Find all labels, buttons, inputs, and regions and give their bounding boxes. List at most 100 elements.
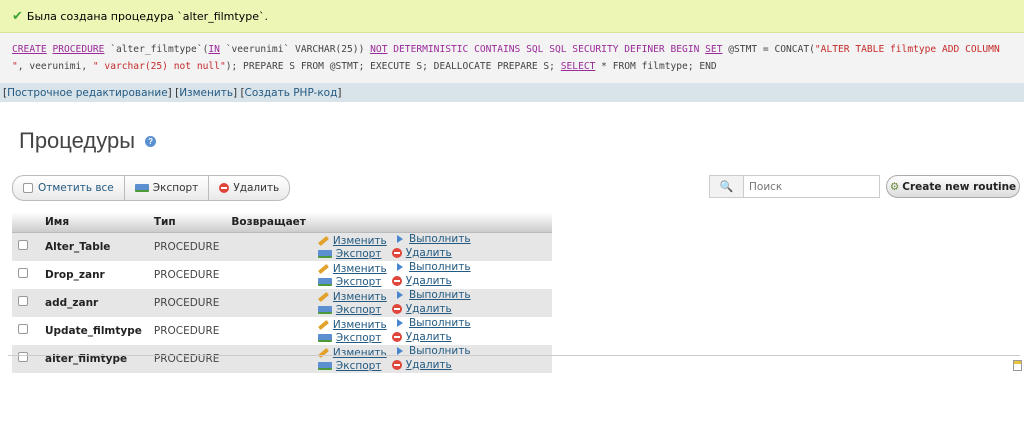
table-row[interactable]: alter_filmtype PROCEDURE Изменить Выполн… — [12, 344, 552, 373]
delete-button[interactable]: Удалить — [209, 176, 289, 200]
row-delete-link[interactable]: Удалить — [391, 246, 452, 259]
row-checkbox-cell — [12, 288, 39, 317]
sql-keyword[interactable]: SET — [705, 44, 722, 55]
pencil-icon — [317, 347, 329, 358]
row-edit-label: Изменить — [332, 346, 387, 359]
row-name: Drop_zanr — [39, 260, 148, 289]
success-message-text: Была создана процедура `alter_filmtype`. — [26, 9, 268, 23]
header-returns[interactable]: Возвращает — [225, 212, 312, 233]
play-icon — [397, 290, 404, 299]
export-icon — [317, 249, 332, 258]
delete-icon — [391, 359, 402, 370]
delete-label: Удалить — [233, 182, 280, 194]
pencil-icon — [317, 291, 329, 302]
inline-edit-link[interactable]: Построчное редактирование — [7, 87, 168, 99]
row-edit-link[interactable]: Изменить — [317, 234, 387, 247]
sql-text: `alter_filmtype`( — [104, 44, 209, 55]
sql-text: * FROM filmtype; END — [595, 61, 717, 72]
edit-link[interactable]: Изменить — [179, 87, 233, 99]
row-delete-link[interactable]: Удалить — [391, 302, 452, 315]
row-checkbox[interactable] — [18, 268, 28, 278]
table-row[interactable]: Drop_zanr PROCEDURE Изменить Выполнить Э… — [12, 260, 552, 289]
row-name: Alter_Table — [39, 232, 148, 261]
row-export-link[interactable]: Экспорт — [317, 359, 382, 372]
sql-text: ); PREPARE S FROM @STMT; EXECUTE S; DEAL… — [225, 61, 561, 72]
row-execute-link[interactable]: Выполнить — [397, 289, 471, 301]
sql-keyword[interactable]: PROCEDURE — [52, 44, 104, 55]
sql-keyword[interactable]: IN — [208, 44, 220, 55]
create-php-link[interactable]: Создать PHP-код — [245, 87, 338, 99]
row-export-link[interactable]: Экспорт — [317, 247, 382, 260]
console-icon[interactable] — [1013, 360, 1022, 371]
row-checkbox[interactable] — [18, 324, 28, 334]
gear-icon: ⚙ — [889, 180, 900, 193]
row-export-label: Экспорт — [335, 359, 382, 372]
pencil-icon — [317, 235, 329, 246]
export-icon — [134, 184, 149, 192]
row-execute-label: Выполнить — [409, 260, 471, 273]
header-name[interactable]: Имя — [39, 212, 148, 233]
table-header-row: Имя Тип Возвращает — [12, 212, 552, 233]
search-input[interactable] — [744, 176, 874, 197]
row-export-label: Экспорт — [335, 247, 382, 260]
row-checkbox[interactable] — [18, 296, 28, 306]
search-box: 🔍 — [709, 175, 880, 198]
row-delete-label: Удалить — [405, 330, 452, 343]
row-edit-link[interactable]: Изменить — [317, 346, 387, 359]
row-returns — [225, 316, 312, 345]
row-edit-label: Изменить — [332, 234, 387, 247]
row-delete-link[interactable]: Удалить — [391, 275, 452, 287]
row-execute-link[interactable]: Выполнить — [397, 233, 471, 245]
export-icon — [317, 277, 332, 286]
row-edit-link[interactable]: Изменить — [317, 319, 387, 331]
delete-icon — [391, 247, 402, 258]
table-row[interactable]: Alter_Table PROCEDURE Изменить Выполнить… — [12, 232, 552, 261]
table-row[interactable]: add_zanr PROCEDURE Изменить Выполнить Эк… — [12, 288, 552, 317]
row-name: add_zanr — [39, 288, 148, 317]
check-icon: ✔ — [12, 8, 23, 24]
help-icon[interactable]: ? — [145, 135, 157, 147]
delete-icon — [391, 275, 402, 286]
row-execute-link[interactable]: Выполнить — [397, 261, 471, 273]
pencil-icon — [317, 319, 329, 330]
header-checkbox-col — [12, 212, 39, 233]
page-title: Процедуры ? — [19, 128, 157, 154]
row-delete-link[interactable]: Удалить — [391, 330, 452, 343]
row-name: Update_filmtype — [39, 316, 148, 345]
divider — [8, 355, 1020, 356]
row-delete-link[interactable]: Удалить — [391, 359, 452, 371]
create-routine-label: Create new routine — [902, 180, 1017, 193]
row-edit-label: Изменить — [332, 262, 387, 275]
row-execute-label: Выполнить — [409, 232, 471, 245]
checkbox-icon[interactable] — [23, 183, 33, 193]
sql-keyword[interactable]: CREATE — [12, 44, 47, 55]
delete-icon — [219, 183, 230, 193]
row-returns — [225, 344, 312, 373]
row-type: PROCEDURE — [147, 260, 226, 289]
delete-icon — [391, 303, 402, 314]
row-export-link[interactable]: Экспорт — [317, 332, 381, 344]
header-type[interactable]: Тип — [147, 212, 226, 233]
row-delete-label: Удалить — [405, 302, 452, 315]
sql-keyword[interactable]: SELECT — [561, 61, 596, 72]
pencil-icon — [317, 263, 329, 274]
table-row[interactable]: Update_filmtype PROCEDURE Изменить Выпол… — [12, 316, 552, 345]
row-execute-label: Выполнить — [409, 288, 471, 301]
row-checkbox[interactable] — [18, 240, 28, 250]
row-delete-label: Удалить — [405, 246, 452, 259]
row-export-label: Экспорт — [335, 303, 382, 316]
create-routine-button[interactable]: ⚙ Create new routine — [886, 175, 1020, 198]
row-checkbox-cell — [12, 260, 39, 289]
row-edit-link[interactable]: Изменить — [317, 291, 387, 303]
sql-text: , veerunimi, — [17, 61, 93, 72]
row-returns — [225, 232, 312, 261]
row-export-link[interactable]: Экспорт — [317, 303, 382, 316]
row-checkbox[interactable] — [18, 352, 28, 362]
row-execute-link[interactable]: Выполнить — [397, 317, 471, 329]
row-export-link[interactable]: Экспорт — [317, 276, 381, 288]
sql-keyword[interactable]: NOT — [370, 44, 387, 55]
row-type: PROCEDURE — [147, 344, 226, 373]
export-button[interactable]: Экспорт — [125, 176, 210, 200]
check-all-button[interactable]: Отметить все — [13, 176, 125, 200]
row-edit-link[interactable]: Изменить — [317, 262, 387, 275]
